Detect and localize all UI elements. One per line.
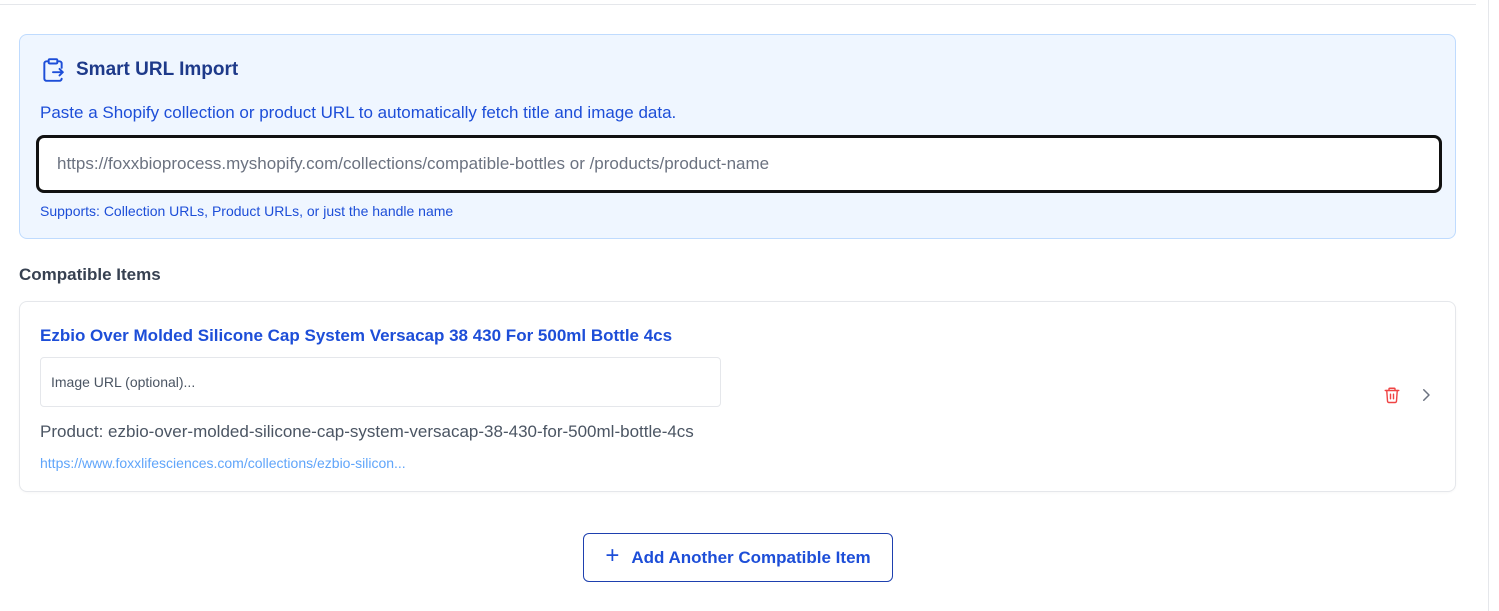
smart-url-import-panel: Smart URL Import Paste a Shopify collect… xyxy=(19,34,1456,239)
item-title: Ezbio Over Molded Silicone Cap System Ve… xyxy=(40,326,673,345)
compatible-items-heading: Compatible Items xyxy=(19,265,161,284)
expand-item-button[interactable] xyxy=(1415,386,1437,408)
add-button-label: Add Another Compatible Item xyxy=(631,547,871,567)
image-url-input[interactable] xyxy=(40,357,721,407)
add-compatible-item-button[interactable]: + Add Another Compatible Item xyxy=(583,533,893,582)
compatible-item-card: Ezbio Over Molded Silicone Cap System Ve… xyxy=(19,301,1456,492)
shopify-url-input[interactable] xyxy=(36,135,1442,193)
product-handle: Product: ezbio-over-molded-silicone-cap-… xyxy=(40,422,694,441)
right-scroll-divider xyxy=(1488,0,1489,611)
import-hint: Supports: Collection URLs, Product URLs,… xyxy=(40,203,454,219)
import-header: Smart URL Import xyxy=(40,57,238,83)
delete-item-button[interactable] xyxy=(1381,386,1403,408)
clipboard-import-icon xyxy=(40,57,66,83)
chevron-right-icon xyxy=(1417,385,1435,410)
import-title: Smart URL Import xyxy=(76,59,239,80)
page: Smart URL Import Paste a Shopify collect… xyxy=(0,0,1499,611)
import-description: Paste a Shopify collection or product UR… xyxy=(40,103,677,122)
trash-icon xyxy=(1383,385,1401,410)
top-divider xyxy=(0,4,1476,5)
plus-icon: + xyxy=(605,542,620,569)
item-url-link[interactable]: https://www.foxxlifesciences.com/collect… xyxy=(40,455,406,471)
